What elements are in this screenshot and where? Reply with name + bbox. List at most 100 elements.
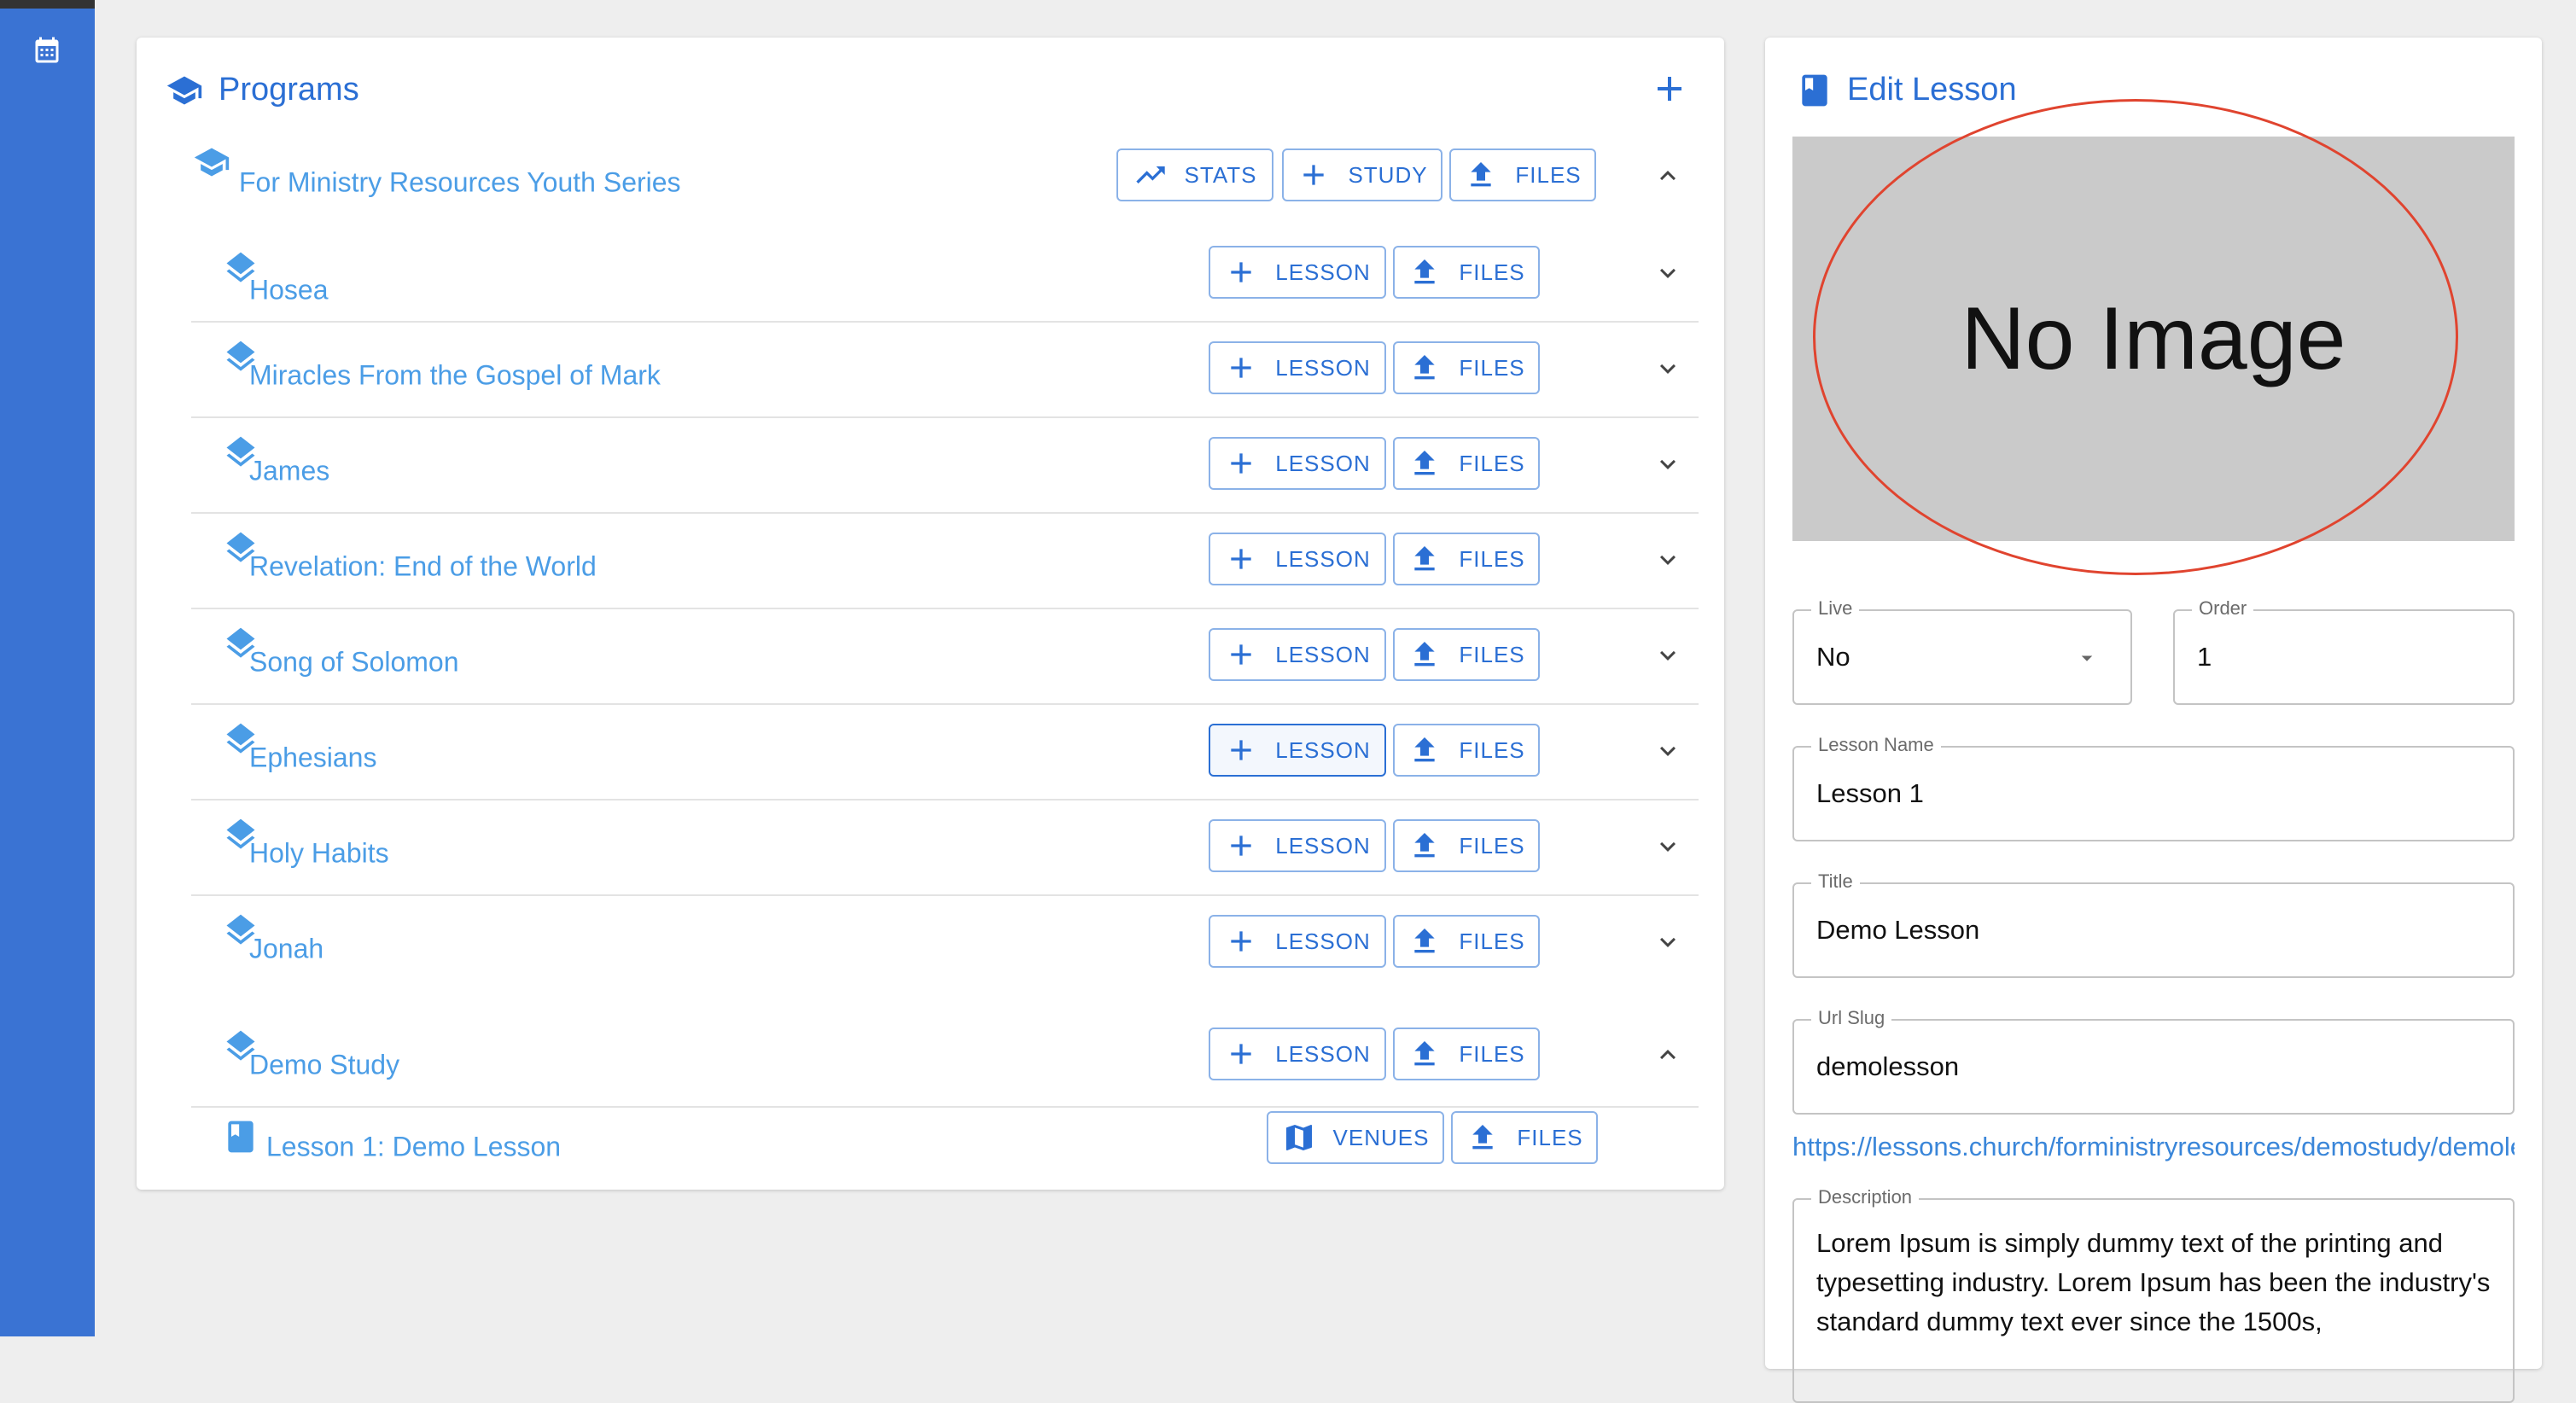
plus-icon — [1231, 835, 1251, 856]
study-row: Holy Habits LESSON FILES — [191, 799, 1699, 896]
study-files-button[interactable]: FILES — [1393, 724, 1540, 777]
study-name[interactable]: Demo Study — [249, 1050, 399, 1081]
plus-icon — [1231, 358, 1251, 378]
add-lesson-button[interactable]: LESSON — [1209, 246, 1386, 299]
lesson-name-field[interactable]: Lesson Name Lesson 1 — [1792, 734, 2515, 841]
study-row: Demo Study LESSON FILES — [191, 1024, 1699, 1108]
upload-icon — [1414, 833, 1436, 858]
files-label: FILES — [1517, 1124, 1583, 1150]
chevron-down-icon[interactable] — [1652, 927, 1683, 958]
study-name[interactable]: Ephesians — [249, 742, 376, 774]
study-files-button[interactable]: FILES — [1393, 341, 1540, 394]
plus-icon — [1303, 165, 1325, 185]
add-lesson-button[interactable]: LESSON — [1209, 915, 1386, 968]
lesson-name[interactable]: Lesson 1: Demo Lesson — [266, 1132, 561, 1163]
study-name[interactable]: Revelation: End of the World — [249, 551, 597, 583]
add-study-button[interactable]: STUDY — [1282, 148, 1442, 201]
study-files-button[interactable]: FILES — [1393, 1028, 1540, 1080]
plus-icon — [1231, 740, 1251, 760]
book-icon — [1802, 74, 1827, 107]
upload-icon — [1414, 451, 1436, 475]
plus-icon — [1231, 262, 1251, 282]
lesson-label: LESSON — [1275, 736, 1371, 763]
study-label: STUDY — [1348, 161, 1428, 188]
chevron-up-icon[interactable] — [1652, 160, 1683, 191]
order-field[interactable]: Order 1 — [2173, 597, 2515, 705]
study-files-button[interactable]: FILES — [1393, 246, 1540, 299]
sidebar — [0, 0, 95, 1336]
chevron-down-icon[interactable] — [1652, 353, 1683, 384]
title-label: Title — [1811, 870, 1860, 893]
add-program-button[interactable] — [1649, 68, 1690, 109]
upload-icon — [1414, 737, 1436, 762]
chevron-down-icon[interactable] — [1652, 544, 1683, 575]
add-lesson-button[interactable]: LESSON — [1209, 1028, 1386, 1080]
add-lesson-button[interactable]: LESSON — [1209, 819, 1386, 872]
chevron-down-icon[interactable] — [1652, 640, 1683, 671]
study-name[interactable]: Miracles From the Gospel of Mark — [249, 360, 661, 392]
order-label: Order — [2192, 597, 2254, 620]
book-icon — [228, 1121, 254, 1153]
stats-button[interactable]: STATS — [1116, 148, 1273, 201]
chevron-down-icon[interactable] — [1652, 736, 1683, 766]
files-label: FILES — [1459, 1040, 1525, 1067]
chevron-down-icon[interactable] — [1652, 258, 1683, 288]
title-field[interactable]: Title Demo Lesson — [1792, 870, 2515, 978]
lesson-files-button[interactable]: FILES — [1451, 1111, 1598, 1164]
plus-icon — [1231, 549, 1251, 569]
map-icon — [1285, 1125, 1312, 1150]
add-lesson-button[interactable]: LESSON — [1209, 341, 1386, 394]
lesson-label: LESSON — [1275, 832, 1371, 859]
live-label: Live — [1811, 597, 1860, 620]
study-files-button[interactable]: FILES — [1393, 819, 1540, 872]
add-lesson-button[interactable]: LESSON — [1209, 437, 1386, 490]
venues-label: VENUES — [1332, 1124, 1430, 1150]
live-select[interactable]: Live No — [1792, 597, 2132, 705]
study-row: Revelation: End of the World LESSON FILE… — [191, 512, 1699, 609]
lesson-row: Lesson 1: Demo Lesson VENUES FILES — [219, 1108, 1699, 1185]
upload-icon — [1414, 259, 1436, 284]
study-files-button[interactable]: FILES — [1393, 628, 1540, 681]
url-slug-field[interactable]: Url Slug demolesson — [1792, 1007, 2515, 1115]
upload-icon — [1414, 642, 1436, 667]
program-name[interactable]: For Ministry Resources Youth Series — [239, 167, 681, 199]
chevron-up-icon[interactable] — [1652, 1039, 1683, 1070]
study-files-button[interactable]: FILES — [1393, 915, 1540, 968]
add-lesson-button[interactable]: LESSON — [1209, 533, 1386, 585]
add-lesson-button[interactable]: LESSON — [1209, 724, 1386, 777]
plus-icon — [1231, 1044, 1251, 1064]
graduation-cap-icon — [166, 76, 202, 105]
chevron-down-icon[interactable] — [1652, 449, 1683, 480]
study-row: James LESSON FILES — [191, 416, 1699, 514]
plus-icon — [1231, 644, 1251, 665]
study-files-button[interactable]: FILES — [1393, 437, 1540, 490]
study-name[interactable]: Jonah — [249, 934, 323, 965]
venues-button[interactable]: VENUES — [1267, 1111, 1444, 1164]
study-files-button[interactable]: FILES — [1393, 533, 1540, 585]
files-label: FILES — [1459, 641, 1525, 667]
study-name[interactable]: Song of Solomon — [249, 647, 459, 678]
chevron-down-icon[interactable] — [1652, 831, 1683, 862]
annotation-circle — [1813, 99, 2458, 575]
title-value: Demo Lesson — [1816, 915, 1980, 945]
edit-lesson-title: Edit Lesson — [1847, 72, 2017, 108]
lesson-name-value: Lesson 1 — [1816, 778, 1924, 808]
description-field[interactable]: Description Lorem Ipsum is simply dummy … — [1792, 1186, 2515, 1403]
study-name[interactable]: Holy Habits — [249, 838, 389, 870]
study-name[interactable]: James — [249, 456, 329, 487]
lesson-label: LESSON — [1275, 354, 1371, 381]
calendar-icon[interactable] — [32, 34, 62, 68]
add-lesson-button[interactable]: LESSON — [1209, 628, 1386, 681]
live-value: No — [1816, 642, 1850, 672]
lesson-label: LESSON — [1275, 641, 1371, 667]
lesson-url-link[interactable]: https://lessons.church/forministryresour… — [1792, 1132, 2515, 1162]
files-label: FILES — [1459, 450, 1525, 476]
upload-icon — [1414, 929, 1436, 953]
lesson-label: LESSON — [1275, 259, 1371, 285]
study-row: Hosea LESSON FILES — [191, 236, 1699, 323]
program-files-button[interactable]: FILES — [1449, 148, 1596, 201]
stats-label: STATS — [1184, 161, 1257, 188]
upload-icon — [1471, 162, 1492, 187]
study-name[interactable]: Hosea — [249, 275, 329, 306]
lesson-label: LESSON — [1275, 928, 1371, 954]
